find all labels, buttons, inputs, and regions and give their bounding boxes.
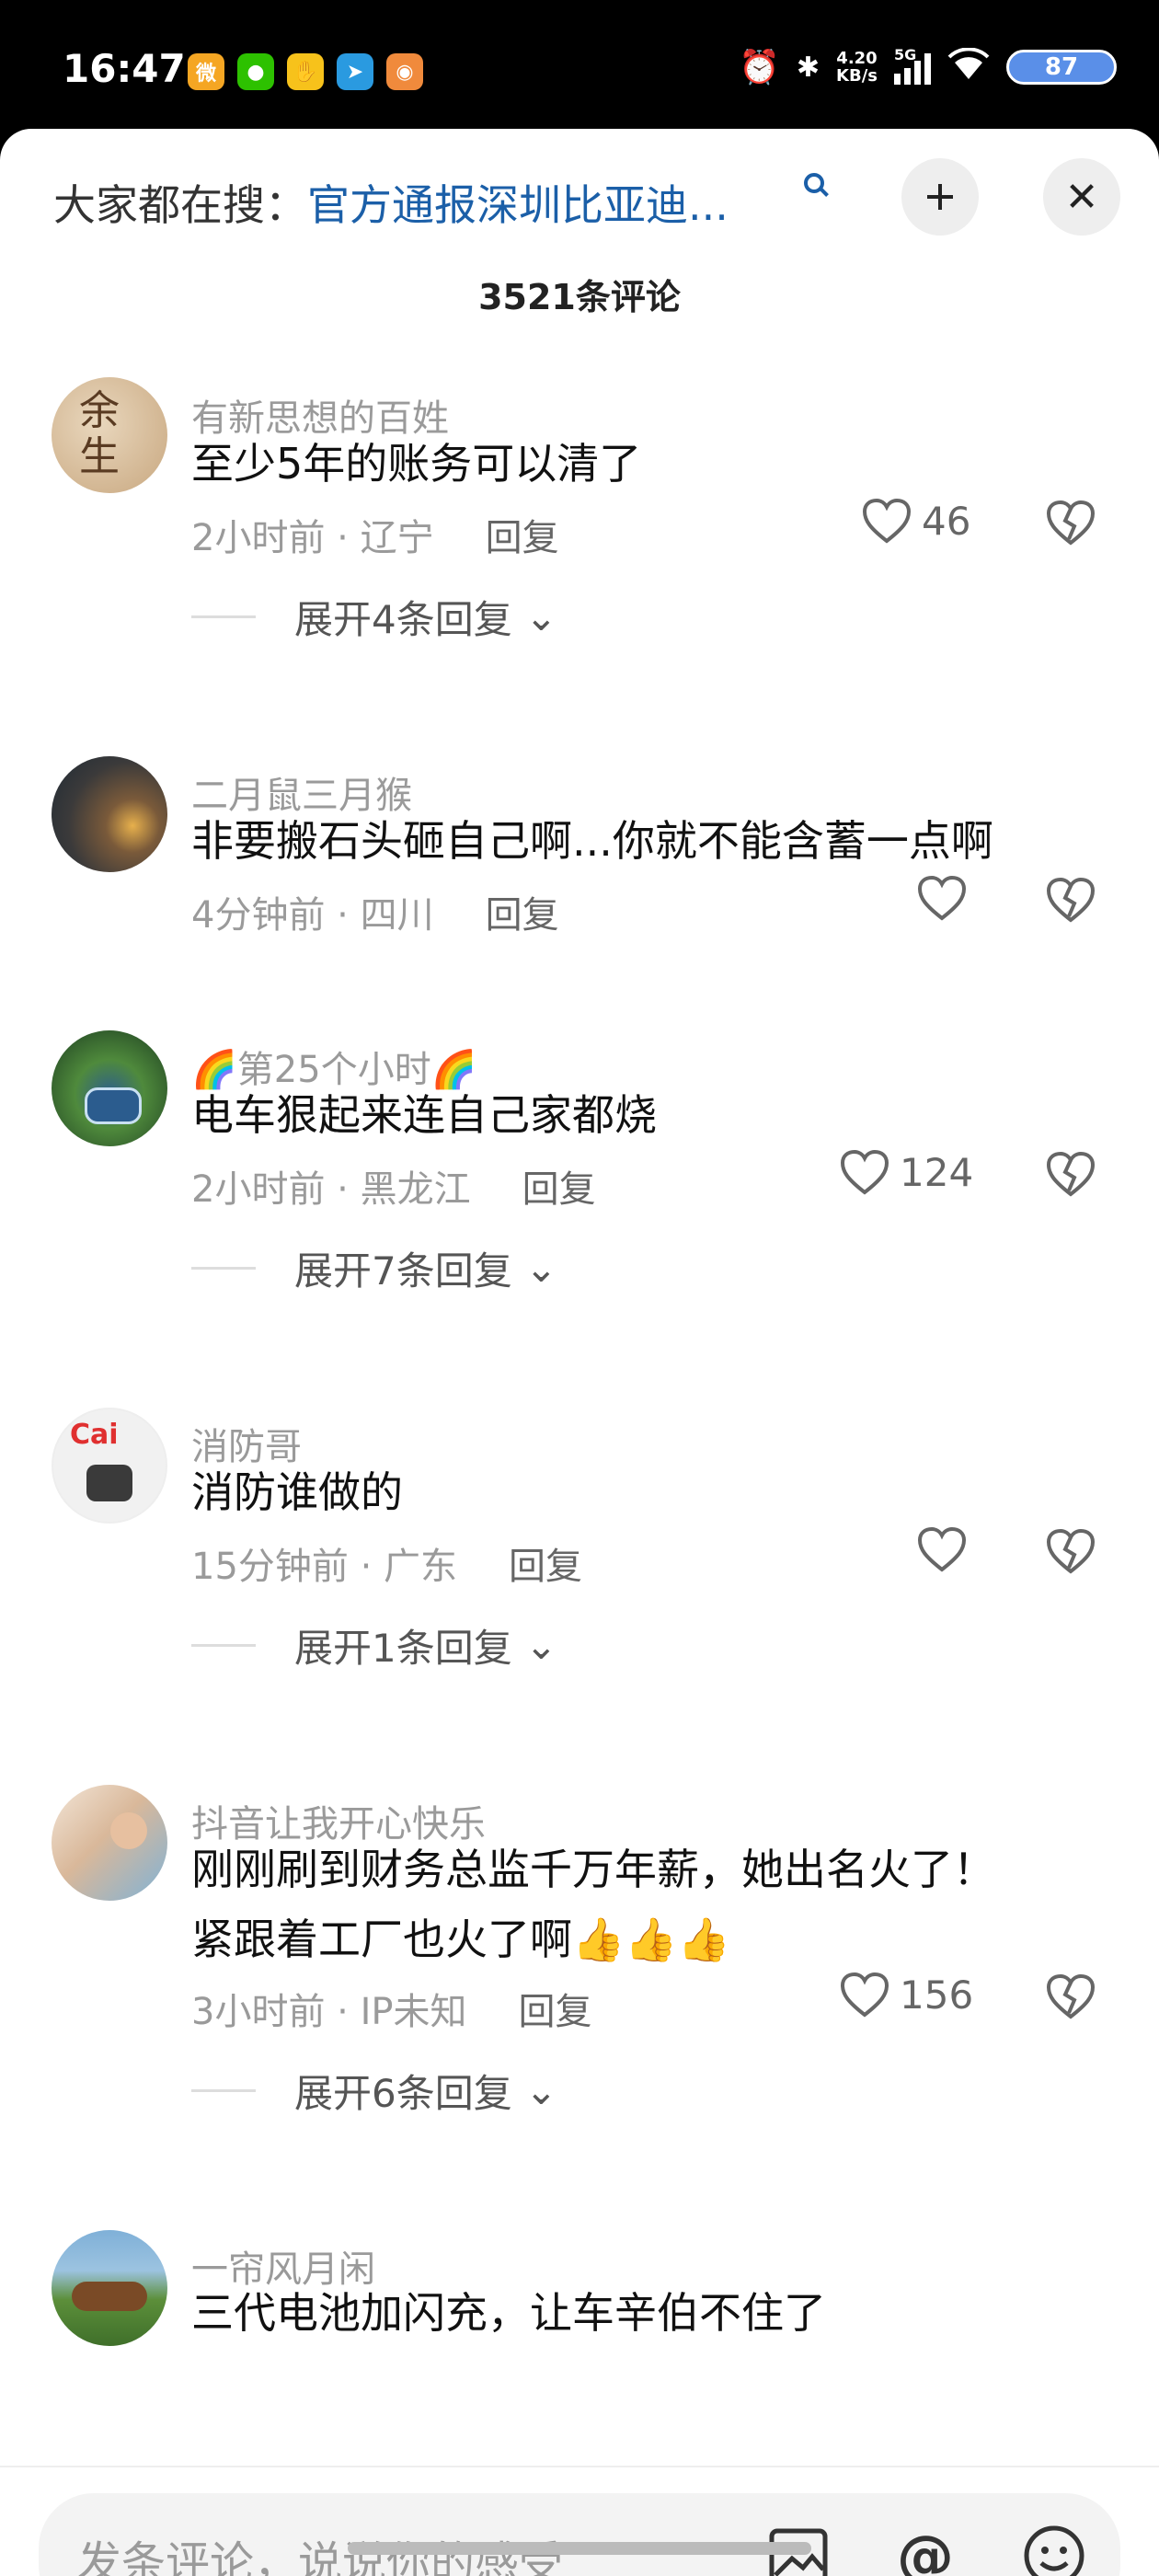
like-count: 46 bbox=[922, 498, 971, 544]
emoji-icon[interactable] bbox=[1019, 2521, 1089, 2576]
comment-meta: 15分钟前 · 广东 回复 bbox=[191, 1546, 583, 1588]
hand-app-icon: ✋ bbox=[287, 53, 324, 90]
comment-text: 三代电池加闪充，让车辛伯不住了 bbox=[191, 2288, 826, 2338]
comment-count: 3521条评论 bbox=[478, 277, 681, 317]
comment-meta: 4分钟前 · 四川 回复 bbox=[191, 894, 559, 937]
search-icon bbox=[804, 173, 824, 193]
heart-icon bbox=[917, 1526, 967, 1572]
heart-icon bbox=[862, 498, 912, 544]
search-prefix: 大家都在搜： bbox=[53, 180, 307, 230]
battery-icon: 87 bbox=[1006, 50, 1117, 85]
expand-replies-button[interactable]: 展开7条回复 ⌄ bbox=[191, 1240, 557, 1296]
comment-text: 至少5年的账务可以清了 bbox=[191, 439, 642, 489]
status-bar: 16:47 微 ● ✋ ➤ ◉ ⏰ ✱ 4.20 KB/s 5G 87 bbox=[0, 0, 1159, 133]
home-indicator[interactable] bbox=[348, 2542, 811, 2555]
wifi-icon bbox=[947, 47, 990, 86]
expand-replies-button[interactable]: 展开4条回复 ⌄ bbox=[191, 589, 557, 645]
comment-text: 电车狠起来连自己家都烧 bbox=[191, 1090, 657, 1140]
like-count: 124 bbox=[900, 1149, 974, 1195]
notification-icons: 微 ● ✋ ➤ ◉ bbox=[188, 53, 423, 90]
close-icon: ✕ bbox=[1064, 173, 1099, 221]
heart-icon bbox=[917, 875, 967, 921]
status-indicators: ⏰ ✱ 4.20 KB/s 5G 87 bbox=[739, 46, 1117, 86]
reply-button[interactable]: 回复 bbox=[486, 894, 559, 937]
video-app-icon: ◉ bbox=[386, 53, 423, 90]
chevron-down-icon: ⌄ bbox=[524, 1623, 557, 1668]
collapse-button[interactable] bbox=[901, 158, 979, 236]
network-speed: 4.20 KB/s bbox=[836, 49, 878, 86]
dislike-icon[interactable] bbox=[1045, 499, 1096, 546]
like-button[interactable]: 46 bbox=[861, 497, 970, 545]
chevron-down-icon: ⌄ bbox=[524, 1246, 557, 1291]
like-button[interactable]: 156 bbox=[839, 1971, 973, 2018]
weibo-icon: 微 bbox=[188, 53, 224, 90]
search-query-link[interactable]: 官方通报深圳比亚迪... bbox=[307, 172, 729, 233]
chevron-down-icon: ⌄ bbox=[524, 594, 557, 639]
heart-icon bbox=[840, 1149, 889, 1195]
comment-input[interactable]: 发条评论，说说你的感受 @ bbox=[39, 2493, 1120, 2576]
alarm-icon: ⏰ bbox=[739, 49, 780, 86]
telegram-icon: ➤ bbox=[337, 53, 373, 90]
comment-text: 非要搬石头砸自己啊...你就不能含蓄一点啊 bbox=[191, 816, 993, 866]
comment-meta: 2小时前 · 辽宁 回复 bbox=[191, 517, 559, 559]
status-time: 16:47 bbox=[63, 46, 186, 91]
avatar[interactable] bbox=[52, 756, 167, 872]
comment-meta: 3小时前 · IP未知 回复 bbox=[191, 1991, 592, 2033]
dislike-icon[interactable] bbox=[1045, 1150, 1096, 1198]
like-button[interactable]: 124 bbox=[839, 1148, 973, 1196]
avatar[interactable]: Cai bbox=[52, 1408, 167, 1524]
reply-button[interactable]: 回复 bbox=[522, 1168, 596, 1211]
avatar[interactable] bbox=[52, 1030, 167, 1146]
bluetooth-icon: ✱ bbox=[796, 51, 820, 84]
dislike-icon[interactable] bbox=[1045, 876, 1096, 924]
comment-input-bar: 发条评论，说说你的感受 @ bbox=[0, 2466, 1159, 2576]
heart-icon bbox=[840, 1972, 889, 2018]
reply-button[interactable]: 回复 bbox=[519, 1991, 592, 2033]
avatar[interactable] bbox=[52, 1785, 167, 1901]
avatar[interactable] bbox=[52, 2230, 167, 2346]
dislike-icon[interactable] bbox=[1045, 1527, 1096, 1575]
mention-icon[interactable]: @ bbox=[890, 2521, 960, 2576]
expand-replies-button[interactable]: 展开1条回复 ⌄ bbox=[191, 1617, 557, 1673]
close-button[interactable]: ✕ bbox=[1043, 158, 1120, 236]
chevron-down-icon: ⌄ bbox=[524, 2068, 557, 2113]
reply-button[interactable]: 回复 bbox=[509, 1546, 582, 1588]
comment-meta: 2小时前 · 黑龙江 回复 bbox=[191, 1168, 596, 1211]
dislike-icon[interactable] bbox=[1045, 1972, 1096, 2020]
reply-button[interactable]: 回复 bbox=[486, 517, 559, 559]
like-count: 156 bbox=[900, 1972, 974, 2018]
comment-text: 消防谁做的 bbox=[191, 1467, 403, 1517]
avatar[interactable]: 余生 bbox=[52, 377, 167, 493]
collapse-icon bbox=[927, 184, 953, 210]
cell-signal-icon: 5G bbox=[894, 46, 931, 85]
comments-sheet: 大家都在搜： 官方通报深圳比亚迪... ✕ 3521条评论 余生 有新思想的百姓… bbox=[0, 129, 1159, 2576]
like-button[interactable] bbox=[916, 874, 968, 922]
wechat-icon: ● bbox=[237, 53, 274, 90]
comment-text-line2: 紧跟着工厂也火了啊👍👍👍 bbox=[191, 1915, 730, 1964]
comment-text-line1: 刚刚刷到财务总监千万年薪，她出名火了！ bbox=[191, 1845, 995, 1894]
expand-replies-button[interactable]: 展开6条回复 ⌄ bbox=[191, 2063, 557, 2119]
like-button[interactable] bbox=[916, 1525, 968, 1573]
